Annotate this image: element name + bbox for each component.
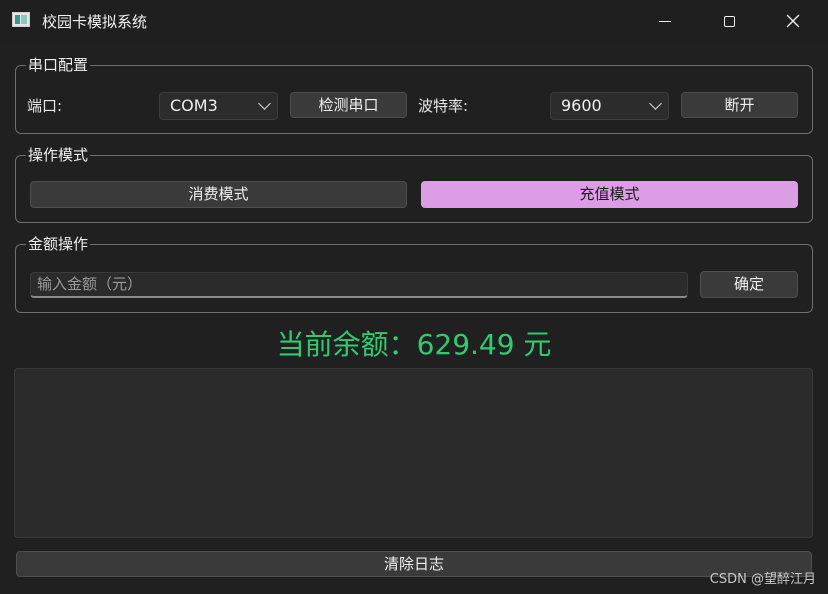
recharge-mode-button[interactable]: 充值模式	[421, 181, 798, 208]
balance-display: 当前余额：629.49 元	[276, 328, 552, 361]
window-title: 校园卡模拟系统	[42, 13, 148, 31]
title-bar: 校园卡模拟系统	[0, 0, 828, 42]
maximize-icon	[723, 15, 735, 27]
amount-input[interactable]: 输入金额（元）	[30, 272, 688, 298]
disconnect-button[interactable]: 断开	[681, 92, 798, 118]
amount-title: 金额操作	[26, 235, 91, 253]
log-textarea[interactable]	[14, 368, 813, 538]
close-icon	[786, 14, 800, 28]
baud-value: 9600	[561, 96, 602, 115]
chevron-down-icon	[258, 97, 271, 110]
port-select[interactable]: COM3	[159, 92, 278, 120]
clear-log-button[interactable]: 清除日志	[16, 551, 812, 577]
amount-placeholder: 输入金额（元）	[37, 275, 143, 293]
app-window: 校园卡模拟系统 串口配置 端口: COM3 检测串口 波特率: 9600 断开 …	[0, 0, 828, 594]
watermark: CSDN @望醉江月	[709, 572, 816, 587]
detect-port-button[interactable]: 检测串口	[290, 92, 407, 118]
mode-title: 操作模式	[26, 146, 91, 164]
consume-mode-button[interactable]: 消费模式	[30, 181, 407, 208]
chevron-down-icon	[649, 97, 662, 110]
minimize-icon	[659, 20, 671, 22]
baud-select[interactable]: 9600	[550, 92, 669, 120]
close-button[interactable]	[770, 0, 816, 42]
serial-config-title: 串口配置	[26, 56, 91, 74]
minimize-button[interactable]	[642, 0, 688, 42]
port-label: 端口:	[27, 97, 63, 115]
baud-label: 波特率:	[418, 97, 469, 115]
maximize-button[interactable]	[706, 0, 752, 42]
app-icon	[12, 12, 30, 27]
port-value: COM3	[170, 96, 218, 115]
confirm-button[interactable]: 确定	[700, 271, 798, 298]
